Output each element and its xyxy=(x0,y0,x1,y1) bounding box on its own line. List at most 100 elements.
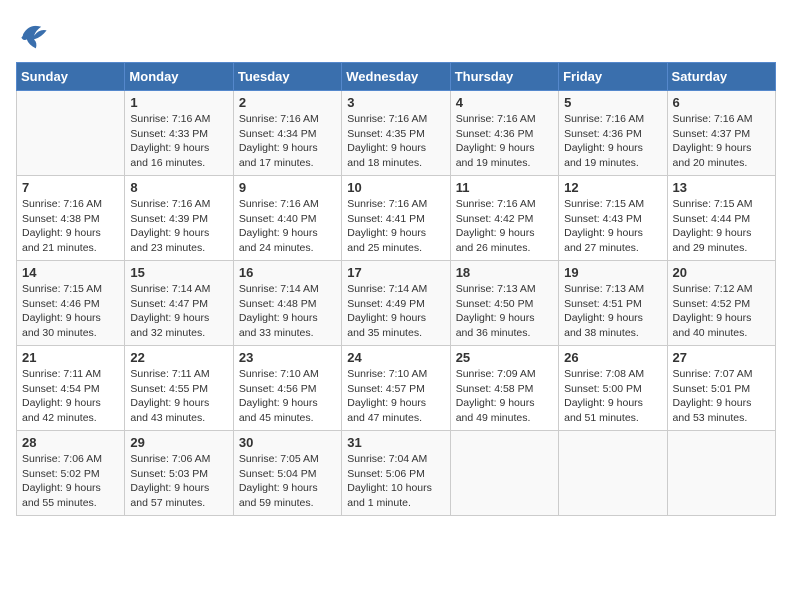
day-cell: 23 Sunrise: 7:10 AMSunset: 4:56 PMDaylig… xyxy=(233,346,341,431)
day-info: Sunrise: 7:16 AMSunset: 4:34 PMDaylight:… xyxy=(239,112,336,171)
page-header xyxy=(16,16,776,52)
day-number: 13 xyxy=(673,180,770,195)
day-info: Sunrise: 7:05 AMSunset: 5:04 PMDaylight:… xyxy=(239,452,336,511)
day-info: Sunrise: 7:08 AMSunset: 5:00 PMDaylight:… xyxy=(564,367,661,426)
day-cell: 17 Sunrise: 7:14 AMSunset: 4:49 PMDaylig… xyxy=(342,261,450,346)
day-number: 18 xyxy=(456,265,553,280)
day-info: Sunrise: 7:16 AMSunset: 4:42 PMDaylight:… xyxy=(456,197,553,256)
day-info: Sunrise: 7:16 AMSunset: 4:36 PMDaylight:… xyxy=(456,112,553,171)
day-cell: 15 Sunrise: 7:14 AMSunset: 4:47 PMDaylig… xyxy=(125,261,233,346)
day-number: 10 xyxy=(347,180,444,195)
week-row-1: 1 Sunrise: 7:16 AMSunset: 4:33 PMDayligh… xyxy=(17,91,776,176)
day-cell: 9 Sunrise: 7:16 AMSunset: 4:40 PMDayligh… xyxy=(233,176,341,261)
day-info: Sunrise: 7:16 AMSunset: 4:33 PMDaylight:… xyxy=(130,112,227,171)
day-info: Sunrise: 7:06 AMSunset: 5:03 PMDaylight:… xyxy=(130,452,227,511)
day-cell: 12 Sunrise: 7:15 AMSunset: 4:43 PMDaylig… xyxy=(559,176,667,261)
calendar-table: SundayMondayTuesdayWednesdayThursdayFrid… xyxy=(16,62,776,516)
day-cell xyxy=(559,431,667,516)
day-info: Sunrise: 7:14 AMSunset: 4:47 PMDaylight:… xyxy=(130,282,227,341)
day-cell: 10 Sunrise: 7:16 AMSunset: 4:41 PMDaylig… xyxy=(342,176,450,261)
day-cell: 25 Sunrise: 7:09 AMSunset: 4:58 PMDaylig… xyxy=(450,346,558,431)
day-info: Sunrise: 7:10 AMSunset: 4:57 PMDaylight:… xyxy=(347,367,444,426)
day-number: 9 xyxy=(239,180,336,195)
day-info: Sunrise: 7:16 AMSunset: 4:41 PMDaylight:… xyxy=(347,197,444,256)
day-info: Sunrise: 7:04 AMSunset: 5:06 PMDaylight:… xyxy=(347,452,444,511)
day-info: Sunrise: 7:15 AMSunset: 4:44 PMDaylight:… xyxy=(673,197,770,256)
day-info: Sunrise: 7:16 AMSunset: 4:37 PMDaylight:… xyxy=(673,112,770,171)
day-cell: 3 Sunrise: 7:16 AMSunset: 4:35 PMDayligh… xyxy=(342,91,450,176)
header-sunday: Sunday xyxy=(17,63,125,91)
day-number: 14 xyxy=(22,265,119,280)
day-cell xyxy=(17,91,125,176)
day-cell: 7 Sunrise: 7:16 AMSunset: 4:38 PMDayligh… xyxy=(17,176,125,261)
day-number: 20 xyxy=(673,265,770,280)
day-cell: 2 Sunrise: 7:16 AMSunset: 4:34 PMDayligh… xyxy=(233,91,341,176)
day-number: 12 xyxy=(564,180,661,195)
header-friday: Friday xyxy=(559,63,667,91)
day-cell: 20 Sunrise: 7:12 AMSunset: 4:52 PMDaylig… xyxy=(667,261,775,346)
day-cell xyxy=(667,431,775,516)
day-number: 22 xyxy=(130,350,227,365)
day-info: Sunrise: 7:14 AMSunset: 4:48 PMDaylight:… xyxy=(239,282,336,341)
header-tuesday: Tuesday xyxy=(233,63,341,91)
day-cell: 21 Sunrise: 7:11 AMSunset: 4:54 PMDaylig… xyxy=(17,346,125,431)
day-number: 28 xyxy=(22,435,119,450)
day-info: Sunrise: 7:13 AMSunset: 4:51 PMDaylight:… xyxy=(564,282,661,341)
day-cell: 28 Sunrise: 7:06 AMSunset: 5:02 PMDaylig… xyxy=(17,431,125,516)
day-info: Sunrise: 7:15 AMSunset: 4:46 PMDaylight:… xyxy=(22,282,119,341)
day-number: 2 xyxy=(239,95,336,110)
day-info: Sunrise: 7:12 AMSunset: 4:52 PMDaylight:… xyxy=(673,282,770,341)
day-number: 15 xyxy=(130,265,227,280)
day-info: Sunrise: 7:16 AMSunset: 4:36 PMDaylight:… xyxy=(564,112,661,171)
day-number: 31 xyxy=(347,435,444,450)
header-wednesday: Wednesday xyxy=(342,63,450,91)
day-number: 1 xyxy=(130,95,227,110)
day-info: Sunrise: 7:16 AMSunset: 4:40 PMDaylight:… xyxy=(239,197,336,256)
day-info: Sunrise: 7:14 AMSunset: 4:49 PMDaylight:… xyxy=(347,282,444,341)
header-monday: Monday xyxy=(125,63,233,91)
day-info: Sunrise: 7:10 AMSunset: 4:56 PMDaylight:… xyxy=(239,367,336,426)
day-number: 6 xyxy=(673,95,770,110)
day-cell: 5 Sunrise: 7:16 AMSunset: 4:36 PMDayligh… xyxy=(559,91,667,176)
header-row: SundayMondayTuesdayWednesdayThursdayFrid… xyxy=(17,63,776,91)
day-cell: 11 Sunrise: 7:16 AMSunset: 4:42 PMDaylig… xyxy=(450,176,558,261)
logo xyxy=(16,16,56,52)
day-cell: 22 Sunrise: 7:11 AMSunset: 4:55 PMDaylig… xyxy=(125,346,233,431)
day-cell: 18 Sunrise: 7:13 AMSunset: 4:50 PMDaylig… xyxy=(450,261,558,346)
day-cell: 16 Sunrise: 7:14 AMSunset: 4:48 PMDaylig… xyxy=(233,261,341,346)
day-info: Sunrise: 7:11 AMSunset: 4:55 PMDaylight:… xyxy=(130,367,227,426)
day-cell xyxy=(450,431,558,516)
day-number: 3 xyxy=(347,95,444,110)
day-cell: 4 Sunrise: 7:16 AMSunset: 4:36 PMDayligh… xyxy=(450,91,558,176)
day-number: 19 xyxy=(564,265,661,280)
day-info: Sunrise: 7:16 AMSunset: 4:35 PMDaylight:… xyxy=(347,112,444,171)
day-cell: 14 Sunrise: 7:15 AMSunset: 4:46 PMDaylig… xyxy=(17,261,125,346)
day-number: 11 xyxy=(456,180,553,195)
day-cell: 30 Sunrise: 7:05 AMSunset: 5:04 PMDaylig… xyxy=(233,431,341,516)
day-info: Sunrise: 7:16 AMSunset: 4:39 PMDaylight:… xyxy=(130,197,227,256)
day-number: 24 xyxy=(347,350,444,365)
day-info: Sunrise: 7:11 AMSunset: 4:54 PMDaylight:… xyxy=(22,367,119,426)
day-number: 8 xyxy=(130,180,227,195)
day-number: 25 xyxy=(456,350,553,365)
day-info: Sunrise: 7:09 AMSunset: 4:58 PMDaylight:… xyxy=(456,367,553,426)
week-row-4: 21 Sunrise: 7:11 AMSunset: 4:54 PMDaylig… xyxy=(17,346,776,431)
day-info: Sunrise: 7:13 AMSunset: 4:50 PMDaylight:… xyxy=(456,282,553,341)
day-number: 23 xyxy=(239,350,336,365)
week-row-5: 28 Sunrise: 7:06 AMSunset: 5:02 PMDaylig… xyxy=(17,431,776,516)
day-number: 16 xyxy=(239,265,336,280)
week-row-3: 14 Sunrise: 7:15 AMSunset: 4:46 PMDaylig… xyxy=(17,261,776,346)
day-number: 26 xyxy=(564,350,661,365)
day-info: Sunrise: 7:15 AMSunset: 4:43 PMDaylight:… xyxy=(564,197,661,256)
day-cell: 19 Sunrise: 7:13 AMSunset: 4:51 PMDaylig… xyxy=(559,261,667,346)
day-number: 21 xyxy=(22,350,119,365)
day-cell: 6 Sunrise: 7:16 AMSunset: 4:37 PMDayligh… xyxy=(667,91,775,176)
day-info: Sunrise: 7:06 AMSunset: 5:02 PMDaylight:… xyxy=(22,452,119,511)
day-cell: 26 Sunrise: 7:08 AMSunset: 5:00 PMDaylig… xyxy=(559,346,667,431)
logo-icon xyxy=(16,16,52,52)
header-thursday: Thursday xyxy=(450,63,558,91)
day-cell: 13 Sunrise: 7:15 AMSunset: 4:44 PMDaylig… xyxy=(667,176,775,261)
day-cell: 8 Sunrise: 7:16 AMSunset: 4:39 PMDayligh… xyxy=(125,176,233,261)
day-info: Sunrise: 7:07 AMSunset: 5:01 PMDaylight:… xyxy=(673,367,770,426)
day-number: 4 xyxy=(456,95,553,110)
